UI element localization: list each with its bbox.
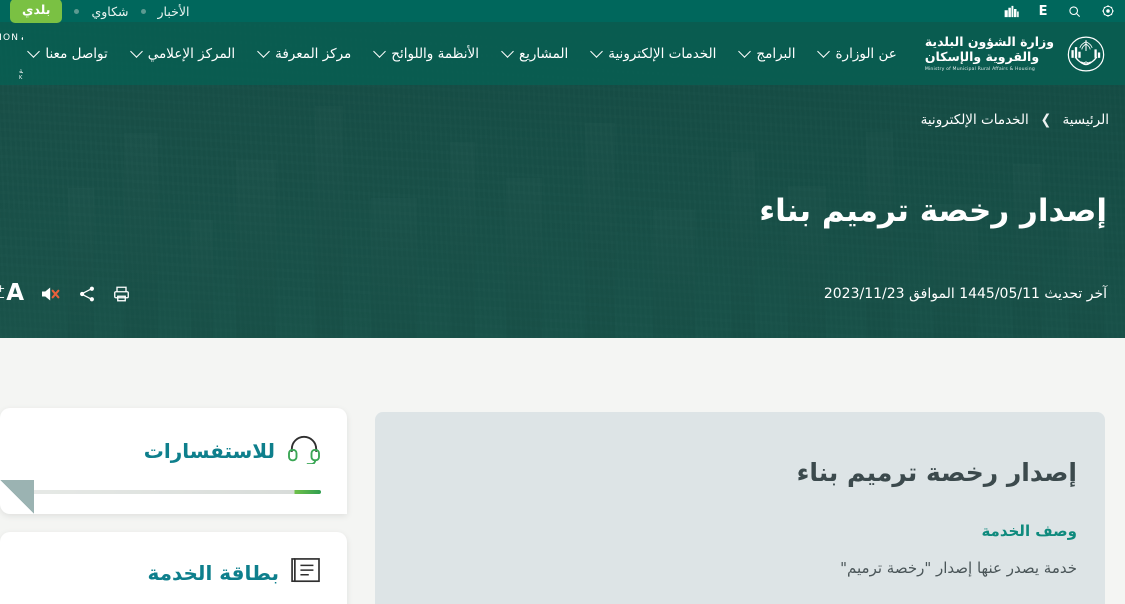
chevron-down-icon	[27, 45, 41, 58]
search-icon[interactable]	[1068, 5, 1081, 18]
breadcrumb-separator-icon: ❯	[1040, 112, 1051, 128]
saudi-emblem-icon	[1063, 31, 1109, 77]
utility-link-news[interactable]: الأخبار	[158, 4, 190, 19]
nav-item-regulations[interactable]: الأنظمة واللوائح	[373, 45, 479, 62]
city-icon[interactable]	[1004, 5, 1019, 18]
nav-label: عن الوزارة	[835, 45, 897, 62]
font-size-icon[interactable]: A + −	[0, 280, 25, 306]
nav-label: تواصل معنا	[45, 45, 108, 62]
chevron-down-icon	[817, 45, 831, 58]
breadcrumb-item-home[interactable]: الرئيسية	[1063, 112, 1110, 128]
nav-item-projects[interactable]: المشاريع	[501, 45, 569, 62]
mute-speaker-icon[interactable]	[40, 285, 62, 303]
nav-item-about-ministry[interactable]: عن الوزارة	[817, 45, 897, 62]
accessibility-icon[interactable]	[1101, 4, 1115, 18]
hero-banner: E الأخبار شكاوي بلدي وزارة الشؤون البلدي…	[0, 0, 1125, 338]
service-card-title: بطاقة الخدمة	[147, 561, 279, 585]
service-description-text: خدمة يصدر عنها إصدار "رخصة ترميم"	[840, 559, 1077, 577]
inquiries-card[interactable]: للاستفسارات	[0, 408, 347, 514]
vision-2030-logo[interactable]: رؤيــــة VISION 2 30 المملكة العربية الس…	[0, 27, 29, 81]
headset-icon	[287, 434, 321, 468]
sidebar: للاستفسارات بطاقة الخدمة	[0, 408, 347, 604]
font-size-decrease[interactable]: −	[0, 292, 5, 303]
ministry-name-line1: وزارة الشؤون البلدية	[924, 34, 1054, 50]
nav-label: الخدمات الإلكترونية	[608, 45, 717, 62]
last-update-text: آخر تحديث 1445/05/11 الموافق 2023/11/23	[823, 286, 1107, 302]
chevron-down-icon	[738, 45, 752, 58]
document-icon	[291, 558, 321, 588]
print-icon[interactable]	[112, 285, 131, 303]
page-title: إصدار رخصة ترميم بناء	[759, 193, 1107, 229]
balady-button[interactable]: بلدي	[10, 0, 63, 23]
nav-item-eservices[interactable]: الخدمات الإلكترونية	[590, 45, 717, 62]
svg-text:KINGDOM OF SAUDI ARABIA: KINGDOM OF SAUDI ARABIA	[19, 75, 23, 81]
main-content: للاستفسارات بطاقة الخدمة إصدار رخصة ترمي…	[0, 338, 1125, 604]
svg-text:رؤيــــة: رؤيــــة	[21, 32, 23, 43]
utility-bar: E الأخبار شكاوي بلدي	[0, 0, 1125, 23]
nav-label: المركز الإعلامي	[147, 45, 236, 62]
nav-item-programs[interactable]: البرامج	[738, 45, 796, 62]
service-description-label: وصف الخدمة	[981, 522, 1077, 540]
ministry-name-line2: والقروية والإسكان	[924, 48, 1040, 64]
nav-label: البرامج	[756, 45, 796, 62]
service-card-link[interactable]: بطاقة الخدمة	[0, 532, 347, 604]
nav-label: الأنظمة واللوائح	[391, 45, 479, 62]
svg-text:المملكة العربية السعودية: المملكة العربية السعودية	[19, 67, 23, 75]
share-icon[interactable]	[78, 285, 96, 303]
inquiries-divider	[26, 490, 321, 494]
chevron-down-icon	[590, 45, 604, 58]
nav-menu: عن الوزارة البرامج الخدمات الإلكترونية ا…	[27, 45, 897, 62]
nav-label: مركز المعرفة	[275, 45, 352, 62]
ministry-logo[interactable]: وزارة الشؤون البلدية والقروية والإسكان M…	[911, 31, 1125, 77]
ministry-name-english: Ministry of Municipal Rural Affairs & Ho…	[924, 66, 1035, 72]
nav-label: المشاريع	[518, 45, 569, 62]
breadcrumb: الرئيسية ❯ الخدمات الإلكترونية	[921, 112, 1109, 128]
separator-dot	[74, 8, 80, 14]
inquiries-title: للاستفسارات	[143, 439, 275, 463]
utility-link-complaints[interactable]: شكاوي	[91, 4, 128, 19]
main-navigation: وزارة الشؤون البلدية والقروية والإسكان M…	[0, 22, 1125, 85]
font-size-letter: A	[6, 280, 25, 306]
breadcrumb-item-eservices[interactable]: الخدمات الإلكترونية	[921, 112, 1029, 128]
language-toggle[interactable]: E	[1039, 4, 1048, 19]
nav-item-contact-us[interactable]: تواصل معنا	[27, 45, 108, 62]
chevron-down-icon	[257, 45, 270, 58]
nav-item-knowledge-center[interactable]: مركز المعرفة	[257, 45, 352, 62]
separator-dot	[140, 8, 146, 14]
svg-text:VISION: VISION	[0, 33, 20, 43]
chevron-down-icon	[129, 45, 143, 58]
accessibility-toolbar: A + −	[0, 280, 131, 306]
chevron-down-icon	[373, 45, 387, 58]
service-title: إصدار رخصة ترميم بناء	[796, 458, 1077, 487]
page-root: E الأخبار شكاوي بلدي وزارة الشؤون البلدي…	[0, 0, 1125, 604]
nav-item-media-center[interactable]: المركز الإعلامي	[129, 45, 236, 62]
service-description-card: إصدار رخصة ترميم بناء وصف الخدمة خدمة يص…	[375, 412, 1105, 604]
chevron-down-icon	[501, 45, 514, 58]
